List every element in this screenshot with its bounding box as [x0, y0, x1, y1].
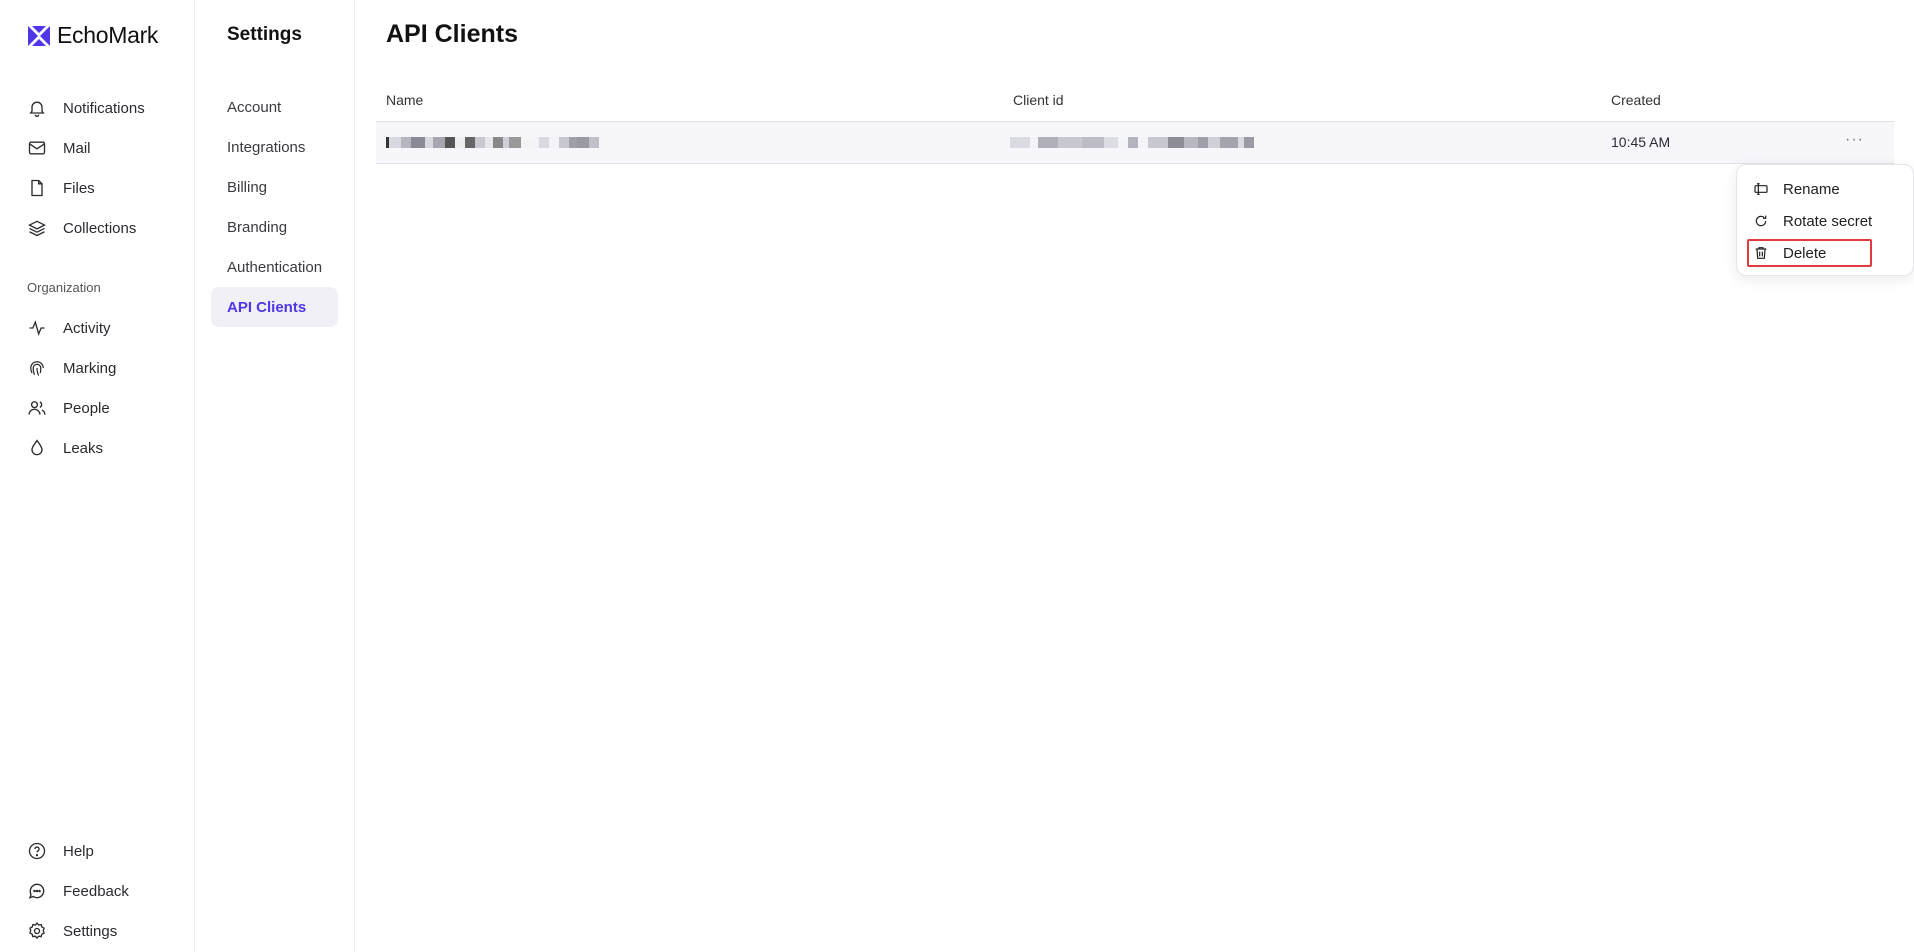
- nav-item-people[interactable]: People: [27, 394, 110, 422]
- fingerprint-icon: [30, 361, 44, 376]
- nav-item-notifications[interactable]: Notifications: [27, 94, 145, 122]
- column-header-name: Name: [386, 92, 424, 108]
- delete-highlight-box: [1747, 239, 1872, 267]
- help-icon: [28, 842, 46, 860]
- nav-item-activity[interactable]: Activity: [27, 314, 111, 342]
- nav-item-collections[interactable]: Collections: [27, 214, 136, 242]
- nav-item-feedback[interactable]: Feedback: [27, 877, 129, 905]
- settings-item-account[interactable]: Account: [211, 87, 338, 127]
- nav-label: Help: [63, 842, 94, 860]
- activity-icon: [29, 320, 45, 336]
- rotate-icon: [1755, 215, 1767, 227]
- nav-label: Collections: [63, 219, 137, 237]
- nav-label: Activity: [63, 319, 111, 337]
- nav-label: Marking: [63, 359, 117, 377]
- menu-item-rotate-secret[interactable]: Rotate secret: [1753, 208, 1872, 234]
- nav-item-mail[interactable]: Mail: [27, 134, 91, 162]
- brand-name: EchoMark: [57, 22, 159, 48]
- mail-icon: [28, 141, 46, 155]
- primary-sidebar: EchoMark Notifications Mail Files Collec…: [0, 0, 195, 952]
- menu-label: Rotate secret: [1783, 212, 1873, 230]
- nav-label: Feedback: [63, 882, 129, 900]
- column-header-client-id: Client id: [1013, 92, 1064, 108]
- nav-item-marking[interactable]: Marking: [27, 354, 116, 382]
- nav-label: Notifications: [63, 99, 145, 117]
- row-more-button[interactable]: ···: [1845, 131, 1864, 149]
- nav-item-files[interactable]: Files: [27, 174, 95, 202]
- nav-label: Mail: [63, 139, 91, 157]
- menu-label: Rename: [1783, 180, 1840, 198]
- rename-icon: [1754, 183, 1768, 195]
- gear-icon: [29, 922, 45, 940]
- echomark-logo-icon: [28, 25, 50, 46]
- settings-title: Settings: [227, 24, 302, 45]
- nav-label: People: [63, 399, 110, 417]
- page-title: API Clients: [386, 20, 518, 48]
- nav-label: Leaks: [63, 439, 104, 457]
- settings-item-branding[interactable]: Branding: [211, 207, 338, 247]
- created-time: 10:45 AM: [1611, 134, 1671, 150]
- settings-item-billing[interactable]: Billing: [211, 167, 338, 207]
- settings-item-authentication[interactable]: Authentication: [211, 247, 338, 287]
- droplet-icon: [31, 439, 43, 456]
- menu-item-rename[interactable]: Rename: [1753, 176, 1840, 202]
- table-row[interactable]: 10:45 AM ···: [376, 121, 1894, 164]
- brand[interactable]: EchoMark: [27, 22, 158, 49]
- settings-item-integrations[interactable]: Integrations: [211, 127, 338, 167]
- nav-item-help[interactable]: Help: [27, 837, 94, 865]
- nav-label: Files: [63, 179, 95, 197]
- nav-label: Settings: [63, 922, 118, 940]
- layers-icon: [28, 220, 46, 237]
- client-name-redacted: [386, 137, 599, 148]
- app-window: EchoMark Notifications Mail Files Collec…: [0, 0, 1914, 952]
- bell-icon: [29, 101, 45, 117]
- nav-section-organization: Organization: [27, 280, 101, 295]
- file-icon: [31, 179, 43, 197]
- nav-item-leaks[interactable]: Leaks: [27, 434, 103, 462]
- nav-item-settings[interactable]: Settings: [27, 917, 117, 945]
- settings-item-api-clients[interactable]: API Clients: [211, 287, 338, 327]
- settings-sidebar: Settings Account Integrations Billing Br…: [195, 0, 355, 952]
- people-icon: [28, 401, 46, 415]
- row-context-menu: Rename Rotate secret Delete: [1736, 164, 1914, 276]
- main-content: API Clients Name Client id Created 10:45…: [355, 0, 1914, 952]
- chat-icon: [28, 883, 45, 899]
- column-header-created: Created: [1611, 92, 1661, 108]
- client-id-redacted: [1010, 137, 1254, 148]
